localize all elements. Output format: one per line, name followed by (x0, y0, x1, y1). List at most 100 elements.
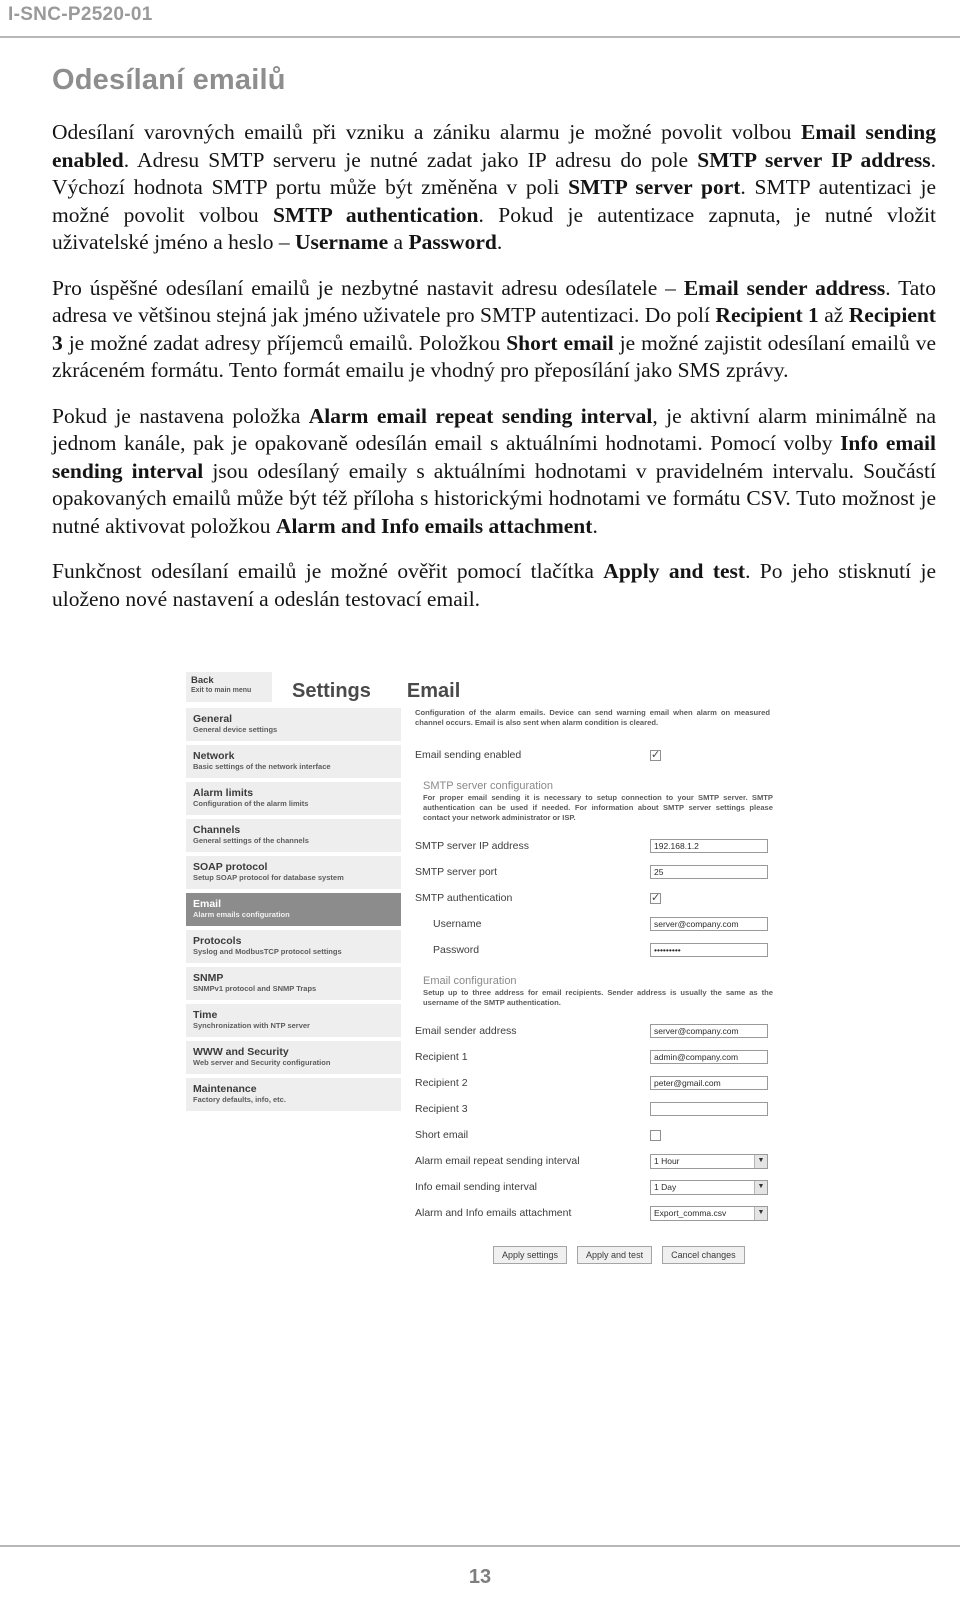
text-run: Odesílaní varovných emailů při vzniku a … (52, 120, 801, 144)
recipient-2-input[interactable]: peter@gmail.com (650, 1076, 768, 1090)
smtp-server-port-label: SMTP server port (415, 866, 498, 878)
info-email-sending-interval-select[interactable]: 1 Day ▼ (650, 1179, 768, 1195)
smtp-fields: SMTP server IP address 192.168.1.2 SMTP se… (415, 833, 776, 963)
text-run: . (496, 230, 503, 254)
email-group-title: Email configuration (423, 975, 517, 987)
sidebar-item-protocols[interactable]: Protocols Syslog and ModbusTCP protocol s… (186, 930, 401, 963)
back-button[interactable]: Back Exit to main menu (186, 672, 272, 702)
password-input[interactable]: ••••••••• (650, 943, 768, 957)
cancel-changes-button[interactable]: Cancel changes (662, 1246, 745, 1264)
sidebar-item-network[interactable]: Network Basic settings of the network int… (186, 745, 401, 778)
emphasis-text: Alarm and Info emails attachment (275, 513, 593, 538)
text-run: Pro úspěšné odesílaní emailů je nezbytné… (52, 275, 684, 300)
settings-sidebar: General General device settings Network Bas… (186, 708, 401, 1115)
sidebar-item-label: SOAP protocol (193, 861, 268, 873)
sidebar-item-subtitle: Synchronization with NTP server (193, 1021, 310, 1030)
back-button-title: Back (191, 675, 214, 686)
text-run: . (592, 513, 598, 538)
alarm-email-repeat-sending-interval-select[interactable]: 1 Hour ▼ (650, 1153, 768, 1169)
emphasis-text: SMTP server IP address (697, 147, 931, 172)
recipient-1-input[interactable]: admin@company.com (650, 1050, 768, 1064)
recipient-1-label: Recipient 1 (415, 1051, 468, 1063)
emphasis-text: SMTP server port (568, 175, 741, 199)
sidebar-item-email[interactable]: Email Alarm emails configuration (186, 893, 401, 926)
short-email-checkbox[interactable] (650, 1129, 661, 1141)
email-sender-address-input[interactable]: server@company.com (650, 1024, 768, 1038)
short-email-label: Short email (415, 1129, 469, 1141)
sidebar-item-label: Email (193, 898, 222, 910)
sidebar-item-label: Protocols (193, 935, 242, 947)
password-label: Password (433, 944, 480, 956)
field-row: Email sender address server@company.com (415, 1018, 776, 1044)
field-row: SMTP server port 25 (415, 859, 776, 885)
sidebar-item-time[interactable]: Time Synchronization with NTP server (186, 1004, 401, 1037)
info-email-sending-interval-value: 1 Day (654, 1182, 677, 1192)
back-button-subtitle: Exit to main menu (191, 687, 252, 694)
alarm-and-info-emails-attachment-select[interactable]: Export_comma.csv ▼ (650, 1205, 768, 1221)
smtp-server-port-input[interactable]: 25 (650, 865, 768, 879)
field-row: Alarm and Info emails attachment Export_c… (415, 1200, 776, 1226)
username-input[interactable]: server@company.com (650, 917, 768, 931)
sidebar-item-subtitle: Setup SOAP protocol for database system (193, 873, 344, 882)
recipient-2-label: Recipient 2 (415, 1077, 468, 1089)
sidebar-item-label: Network (193, 750, 235, 762)
sidebar-item-maintenance[interactable]: Maintenance Factory defaults, info, etc. (186, 1078, 401, 1111)
settings-main-panel: Configuration of the alarm emails. Devic… (401, 708, 776, 1264)
smtp-authentication-label: SMTP authentication (415, 892, 513, 904)
sidebar-item-subtitle: Basic settings of the network interface (193, 762, 331, 771)
email-sending-enabled-row: Email sending enabled (415, 742, 776, 768)
document-header: I-SNC-P2520-01 (0, 0, 960, 38)
emphasis-text: Alarm email repeat sending interval (308, 403, 653, 428)
text-run: Pokud je nastavena položka (52, 403, 309, 428)
smtp-server-ip-address-input[interactable]: 192.168.1.2 (650, 839, 768, 853)
paragraph: Pokud je nastavena položka Alarm email r… (52, 403, 936, 541)
sidebar-item-subtitle: Factory defaults, info, etc. (193, 1095, 286, 1104)
text-run: až (818, 303, 849, 327)
footer-divider (0, 1545, 960, 1547)
field-row: Info email sending interval 1 Day ▼ (415, 1174, 776, 1200)
alarm-email-repeat-sending-interval-value: 1 Hour (654, 1156, 680, 1166)
page-number: 13 (468, 1566, 492, 1588)
field-row: Username server@company.com (415, 911, 776, 937)
apply-settings-button[interactable]: Apply settings (493, 1246, 568, 1264)
recipient-3-input[interactable] (650, 1102, 768, 1116)
sidebar-item-alarm-limits[interactable]: Alarm limits Configuration of the alarm l… (186, 782, 401, 815)
text-run: a (388, 230, 409, 254)
sidebar-item-general[interactable]: General General device settings (186, 708, 401, 741)
field-row: Alarm email repeat sending interval 1 Hou… (415, 1148, 776, 1174)
chevron-down-icon: ▼ (754, 1206, 767, 1220)
sidebar-item-label: Time (193, 1009, 218, 1021)
panel-description: Configuration of the alarm emails. Devic… (415, 708, 770, 727)
sidebar-item-subtitle: Syslog and ModbusTCP protocol settings (193, 947, 342, 956)
figure-body: General General device settings Network Bas… (186, 708, 776, 1264)
text-run: . Adresu SMTP serveru je nutné zadat jak… (123, 147, 698, 172)
username-label: Username (433, 918, 482, 930)
sidebar-item-subtitle: Alarm emails configuration (193, 910, 290, 919)
sidebar-item-www-and-security[interactable]: WWW and Security Web server and Security … (186, 1041, 401, 1074)
sidebar-item-label: General (193, 713, 233, 725)
page-content: Odesílaní emailů Odesílaní varovných ema… (52, 64, 936, 631)
sidebar-item-label: Alarm limits (193, 787, 254, 799)
email-group-description: Setup up to three address for email reci… (423, 988, 773, 1007)
field-row: Password ••••••••• (415, 937, 776, 963)
apply-and-test-button[interactable]: Apply and test (577, 1246, 653, 1264)
sidebar-item-label: Channels (193, 824, 241, 836)
smtp-authentication-checkbox[interactable] (650, 891, 661, 904)
field-row: SMTP server IP address 192.168.1.2 (415, 833, 776, 859)
sidebar-item-subtitle: Web server and Security configuration (193, 1058, 331, 1067)
sidebar-item-channels[interactable]: Channels General settings of the channels (186, 819, 401, 852)
paragraph: Pro úspěšné odesílaní emailů je nezbytné… (52, 275, 936, 385)
field-row: Recipient 2 peter@gmail.com (415, 1070, 776, 1096)
emphasis-text: Apply and test (603, 559, 746, 583)
sidebar-item-soap-protocol[interactable]: SOAP protocol Setup SOAP protocol for dat… (186, 856, 401, 889)
field-row: Short email (415, 1122, 776, 1148)
figure-topbar: Back Exit to main menu Settings Email (186, 668, 776, 702)
field-row: Recipient 1 admin@company.com (415, 1044, 776, 1070)
alarm-and-info-emails-attachment-label: Alarm and Info emails attachment (415, 1207, 572, 1219)
device-ui-figure: Back Exit to main menu Settings Email Ge… (186, 668, 776, 1264)
email-sending-enabled-checkbox[interactable] (650, 748, 661, 761)
smtp-group-title: SMTP server configuration (423, 780, 554, 792)
alarm-email-repeat-sending-interval-label: Alarm email repeat sending interval (415, 1155, 580, 1167)
recipient-3-label: Recipient 3 (415, 1103, 468, 1115)
sidebar-item-snmp[interactable]: SNMP SNMPv1 protocol and SNMP Traps (186, 967, 401, 1000)
